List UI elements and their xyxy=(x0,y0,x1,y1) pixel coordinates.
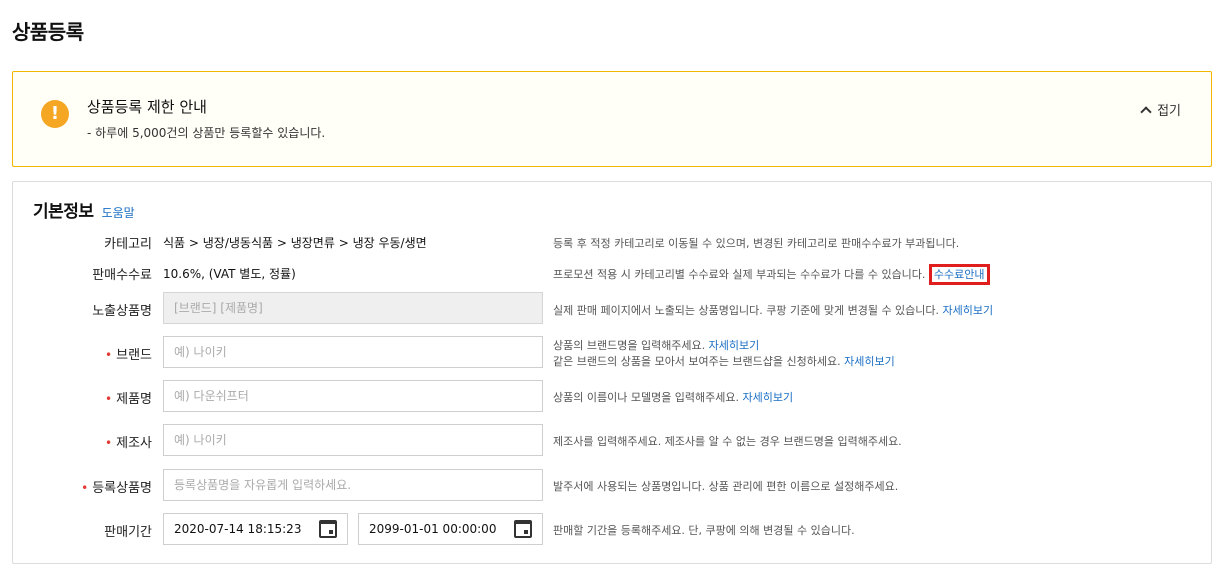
display-name-hint: 실제 판매 페이지에서 노출되는 상품명입니다. 쿠팡 기준에 맞게 변경될 수… xyxy=(553,302,993,318)
help-link[interactable]: 도움말 xyxy=(102,204,135,221)
display-name-input xyxy=(163,292,543,324)
sales-period-hint: 판매할 기간을 등록해주세요. 단, 쿠팡에 의해 변경될 수 있습니다. xyxy=(553,524,855,537)
brand-input[interactable] xyxy=(163,336,543,368)
manufacturer-hint: 제조사를 입력해주세요. 제조사를 알 수 없는 경우 브랜드명을 입력해주세요… xyxy=(553,435,902,448)
chevron-up-icon xyxy=(1140,105,1152,118)
sales-end-date-value: 2099-01-01 00:00:00 xyxy=(369,522,497,536)
category-value: 식품 > 냉장/냉동식품 > 냉장면류 > 냉장 우동/생면 xyxy=(163,236,427,250)
brand-label: • 브랜드 xyxy=(13,344,152,363)
notice-title: 상품등록 제한 안내 xyxy=(87,98,207,116)
sales-start-date-input[interactable]: 2020-07-14 18:15:23 xyxy=(163,513,348,545)
notice-description: - 하루에 5,000건의 상품만 등록할수 있습니다. xyxy=(87,126,326,140)
required-mark: • xyxy=(81,481,89,495)
fee-hint: 프로모션 적용 시 카테고리별 수수료와 실제 부과되는 수수료가 다를 수 있… xyxy=(553,264,990,285)
warning-icon: ! xyxy=(41,100,69,128)
registration-limit-notice: ! 상품등록 제한 안내 - 하루에 5,000건의 상품만 등록할수 있습니다… xyxy=(12,71,1212,167)
brand-hint-1: 상품의 브랜드명을 입력해주세요. 자세히보기 xyxy=(553,337,759,353)
brandshop-detail-link[interactable]: 자세히보기 xyxy=(844,355,895,368)
registered-name-input[interactable] xyxy=(163,469,543,501)
sales-period-label: 판매기간 xyxy=(104,525,152,540)
product-name-hint-text: 상품의 이름이나 모델명을 입력해주세요. xyxy=(553,391,740,404)
fee-value: 10.6%, (VAT 별도, 정률) xyxy=(163,267,296,281)
sales-end-date-input[interactable]: 2099-01-01 00:00:00 xyxy=(358,513,543,545)
brand-hint-2: 같은 브랜드의 상품을 모아서 보여주는 브랜드샵을 신청하세요. 자세히보기 xyxy=(553,353,895,369)
registered-name-label-text: 등록상품명 xyxy=(92,481,152,496)
manufacturer-input[interactable] xyxy=(163,424,543,456)
registered-name-hint: 발주서에 사용되는 상품명입니다. 상품 관리에 편한 이름으로 설정해주세요. xyxy=(553,480,899,493)
collapse-label: 접기 xyxy=(1157,104,1181,119)
required-mark: • xyxy=(105,436,113,450)
brand-detail-link[interactable]: 자세히보기 xyxy=(709,339,760,352)
display-name-label: 노출상품명 xyxy=(92,304,152,319)
basic-info-header: 기본정보 도움말 xyxy=(33,197,135,222)
display-name-detail-link[interactable]: 자세히보기 xyxy=(943,304,994,317)
basic-info-heading: 기본정보 xyxy=(33,202,94,222)
product-name-label: • 제품명 xyxy=(13,388,152,407)
required-mark: • xyxy=(105,392,113,406)
brand-hint-1-text: 상품의 브랜드명을 입력해주세요. xyxy=(553,339,706,352)
product-name-input[interactable] xyxy=(163,380,543,412)
calendar-icon[interactable] xyxy=(514,520,532,538)
sales-start-date-value: 2020-07-14 18:15:23 xyxy=(174,522,302,536)
product-name-label-text: 제품명 xyxy=(116,392,152,407)
product-name-detail-link[interactable]: 자세히보기 xyxy=(743,391,794,404)
category-label: 카테고리 xyxy=(104,237,152,252)
brand-label-text: 브랜드 xyxy=(116,348,152,363)
category-hint: 등록 후 적정 카테고리로 이동될 수 있으며, 변경된 카테고리로 판매수수료… xyxy=(553,237,960,250)
fee-guide-link[interactable]: 수수료안내 xyxy=(928,264,990,285)
registered-name-label: • 등록상품명 xyxy=(13,477,152,496)
basic-info-panel: 기본정보 도움말 카테고리 식품 > 냉장/냉동식품 > 냉장면류 > 냉장 우… xyxy=(12,181,1212,564)
required-mark: • xyxy=(105,348,113,362)
product-name-hint: 상품의 이름이나 모델명을 입력해주세요. 자세히보기 xyxy=(553,389,793,405)
fee-hint-text: 프로모션 적용 시 카테고리별 수수료와 실제 부과되는 수수료가 다를 수 있… xyxy=(553,268,926,281)
manufacturer-label-text: 제조사 xyxy=(116,436,152,451)
manufacturer-label: • 제조사 xyxy=(13,432,152,451)
calendar-icon[interactable] xyxy=(319,520,337,538)
fee-label: 판매수수료 xyxy=(92,268,152,283)
display-name-hint-text: 실제 판매 페이지에서 노출되는 상품명입니다. 쿠팡 기준에 맞게 변경될 수… xyxy=(553,304,940,317)
page-title: 상품등록 xyxy=(12,20,84,44)
collapse-button[interactable]: 접기 xyxy=(1140,100,1181,119)
brand-hint-2-text: 같은 브랜드의 상품을 모아서 보여주는 브랜드샵을 신청하세요. xyxy=(553,355,841,368)
